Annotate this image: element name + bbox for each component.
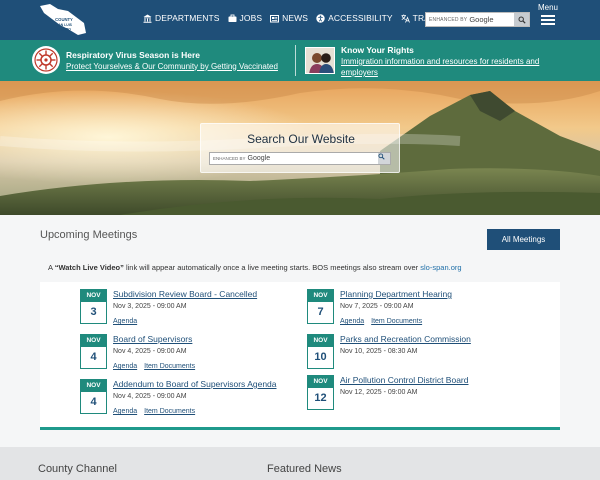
meeting-title-link[interactable]: Addendum to Board of Supervisors Agenda	[113, 379, 277, 389]
header-search-button[interactable]	[514, 13, 529, 26]
calendar-date: NOV 4	[80, 334, 107, 369]
county-channel-heading: County Channel	[38, 463, 117, 475]
calendar-day: 3	[90, 306, 97, 318]
meeting-datetime: Nov 4, 2025 - 09:00 AM	[113, 393, 187, 400]
hero-search-engine: Google	[247, 155, 271, 162]
briefcase-icon	[228, 14, 237, 23]
notice-middle: link will appear automatically once a li…	[123, 263, 421, 272]
search-icon	[518, 16, 526, 24]
meeting-datetime: Nov 12, 2025 - 09:00 AM	[340, 389, 418, 396]
hero-search-panel: Search Our Website ENHANCED BY Google	[200, 123, 400, 173]
menu-label: Menu	[537, 3, 558, 12]
calendar-date: NOV 12	[307, 375, 334, 410]
meeting-links: Agenda Item Documents	[113, 363, 195, 370]
calendar-month: NOV	[81, 290, 106, 302]
all-meetings-button[interactable]: All Meetings	[487, 229, 560, 250]
nav-jobs[interactable]: JOBS	[228, 13, 263, 23]
search-icon	[378, 153, 385, 160]
calendar-day: 10	[314, 351, 327, 363]
site-header: COUNTY SAN LUIS OBISPO DEPARTMENTS JOBS …	[0, 0, 600, 40]
rights-link[interactable]: Immigration information and resources fo…	[341, 56, 561, 78]
alert-banner: Respiratory Virus Season is Here Protect…	[0, 40, 600, 81]
county-logo[interactable]: COUNTY SAN LUIS OBISPO	[38, 3, 88, 37]
calendar-day: 12	[314, 392, 327, 404]
hamburger-icon	[541, 15, 555, 25]
meeting-title-link[interactable]: Subdivision Review Board - Cancelled	[113, 289, 257, 299]
menu-button[interactable]: Menu	[536, 3, 560, 27]
calendar-month: NOV	[308, 290, 333, 302]
hero-search-button[interactable]	[378, 153, 390, 164]
logo-text-line2: SAN LUIS	[56, 23, 73, 27]
meeting-title-link[interactable]: Board of Supervisors	[113, 334, 192, 344]
virus-alert-title: Respiratory Virus Season is Here	[66, 49, 201, 60]
logo-text-line1: COUNTY	[55, 17, 73, 22]
meeting-datetime: Nov 7, 2025 - 09:00 AM	[340, 303, 414, 310]
agenda-link[interactable]: Agenda	[340, 318, 364, 325]
nav-jobs-label: JOBS	[239, 13, 263, 23]
building-icon	[143, 14, 152, 23]
item-documents-link[interactable]: Item Documents	[371, 318, 422, 325]
calendar-month: NOV	[308, 376, 333, 388]
agenda-link[interactable]: Agenda	[113, 363, 137, 370]
main-nav: DEPARTMENTS JOBS NEWS ACCESSIBILITY TRAN…	[143, 13, 463, 23]
header-search-input[interactable]: ENHANCED BY Google	[425, 12, 530, 27]
search-brand-label: ENHANCED BY	[429, 16, 468, 23]
meetings-list: NOV 3 Subdivision Review Board - Cancell…	[40, 282, 560, 430]
calendar-day: 4	[90, 351, 97, 363]
meeting-links: Agenda Item Documents	[340, 318, 422, 325]
meeting-datetime: Nov 3, 2025 - 09:00 AM	[113, 303, 187, 310]
bottom-section: County Channel Featured News	[0, 447, 600, 480]
hero-search-title: Search Our Website	[247, 132, 355, 146]
rights-photo	[305, 47, 335, 74]
newspaper-icon	[270, 14, 280, 23]
hero-banner: Search Our Website ENHANCED BY Google	[0, 81, 600, 215]
slo-span-link[interactable]: slo-span.org	[420, 263, 461, 272]
alert-divider	[295, 45, 296, 76]
calendar-day: 4	[90, 396, 97, 408]
calendar-date: NOV 4	[80, 379, 107, 414]
calendar-day: 7	[317, 306, 324, 318]
nav-accessibility-label: ACCESSIBILITY	[328, 13, 393, 23]
calendar-month: NOV	[81, 335, 106, 347]
nav-departments-label: DEPARTMENTS	[155, 13, 220, 23]
calendar-date: NOV 3	[80, 289, 107, 324]
hero-search-input[interactable]: ENHANCED BY Google	[209, 152, 391, 165]
meeting-title-link[interactable]: Air Pollution Control District Board	[340, 375, 469, 385]
hero-search-brand: ENHANCED BY	[213, 156, 246, 161]
translate-icon	[401, 14, 410, 23]
virus-alert: Respiratory Virus Season is Here Protect…	[32, 46, 278, 74]
virus-alert-link[interactable]: Protect Yourselves & Our Community by Ge…	[66, 62, 278, 71]
meetings-title: Upcoming Meetings	[40, 229, 138, 241]
meeting-title-link[interactable]: Planning Department Hearing	[340, 289, 452, 299]
virus-icon	[32, 46, 60, 74]
rights-title: Know Your Rights	[341, 45, 414, 55]
calendar-month: NOV	[81, 380, 106, 392]
calendar-date: NOV 10	[307, 334, 334, 369]
meeting-links: Agenda Item Documents	[113, 408, 195, 415]
meeting-datetime: Nov 10, 2025 - 08:30 AM	[340, 348, 418, 355]
item-documents-link[interactable]: Item Documents	[144, 363, 195, 370]
agenda-link[interactable]: Agenda	[113, 318, 137, 325]
upcoming-meetings-section: Upcoming Meetings All Meetings A “Watch …	[0, 215, 600, 447]
nav-departments[interactable]: DEPARTMENTS	[143, 13, 220, 23]
notice-prefix: A	[48, 263, 55, 272]
accessibility-icon	[316, 13, 325, 23]
meeting-links: Agenda	[113, 318, 137, 325]
nav-news[interactable]: NEWS	[270, 13, 308, 23]
search-engine-label: Google	[469, 15, 494, 24]
watch-live-notice: A “Watch Live Video” link will appear au…	[48, 263, 462, 272]
nav-news-label: NEWS	[282, 13, 309, 23]
notice-bold: “Watch Live Video”	[54, 263, 124, 272]
calendar-date: NOV 7	[307, 289, 334, 324]
nav-accessibility[interactable]: ACCESSIBILITY	[316, 13, 393, 23]
logo-text-line3: OBISPO	[57, 28, 71, 32]
meeting-datetime: Nov 4, 2025 - 09:00 AM	[113, 348, 187, 355]
agenda-link[interactable]: Agenda	[113, 408, 137, 415]
item-documents-link[interactable]: Item Documents	[144, 408, 195, 415]
meeting-title-link[interactable]: Parks and Recreation Commission	[340, 334, 471, 344]
featured-news-heading: Featured News	[267, 463, 342, 475]
calendar-month: NOV	[308, 335, 333, 347]
